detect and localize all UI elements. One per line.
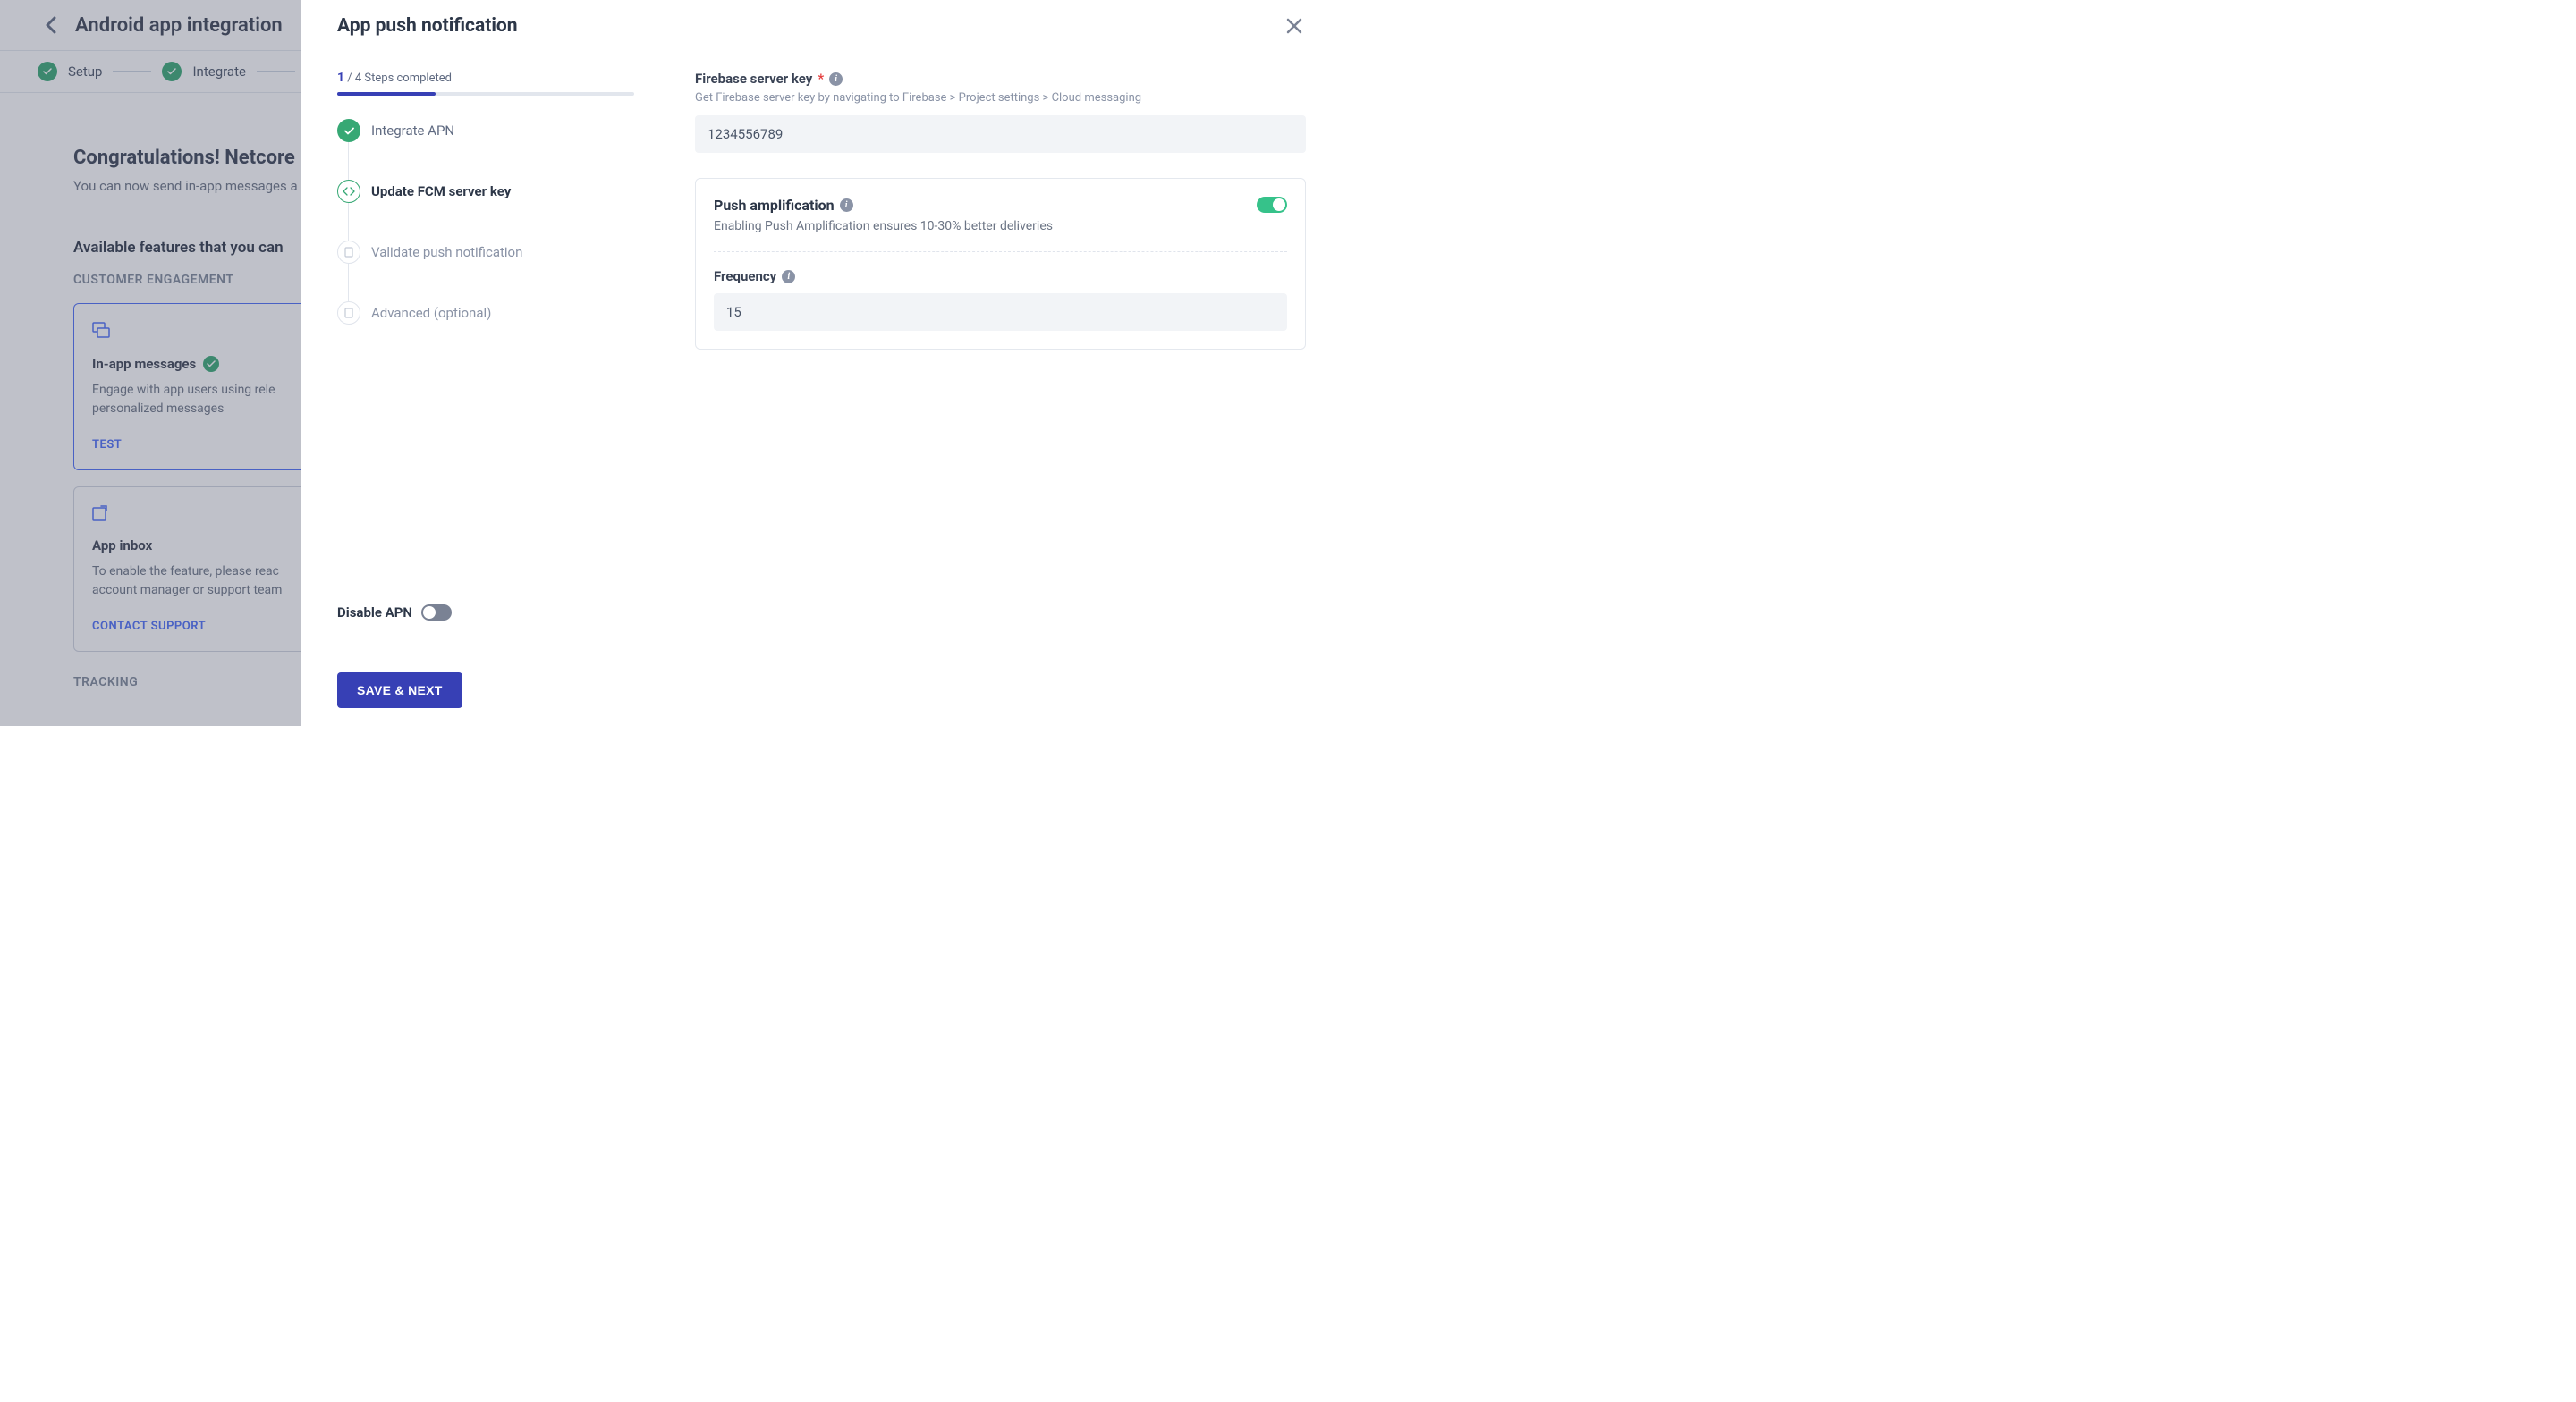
firebase-key-label: Firebase server key * i [695,71,1306,87]
push-amplification-card: Push amplification i Enabling Push Ampli… [695,178,1306,350]
push-amp-title-text: Push amplification [714,197,835,214]
modal-left-column: 1 / 4 Steps completed Integrate APN [337,71,634,708]
push-amp-title: Push amplification i [714,197,853,214]
modal-panel: App push notification 1 / 4 Steps comple… [301,0,1342,726]
info-icon[interactable]: i [829,72,843,86]
firebase-key-input[interactable] [695,115,1306,153]
modal-body: 1 / 4 Steps completed Integrate APN [301,48,1342,726]
info-icon[interactable]: i [840,198,853,212]
steps-list: Integrate APN Update FCM server key Vali… [337,119,634,325]
step-label: Integrate APN [371,122,454,139]
modal-header: App push notification [301,0,1342,48]
divider [714,251,1287,252]
progress-completed-count: 1 [337,71,344,85]
progress-suffix: / 4 Steps completed [347,72,452,85]
modal-title: App push notification [337,15,518,37]
code-icon [337,180,360,203]
push-amp-header: Push amplification i [714,197,1287,214]
modal-right-column: Firebase server key * i Get Firebase ser… [695,71,1306,708]
progress-label: 1 / 4 Steps completed [337,71,634,85]
required-indicator: * [818,71,824,87]
step-label: Validate push notification [371,244,522,260]
push-amp-description: Enabling Push Amplification ensures 10-3… [714,219,1287,233]
file-icon [337,241,360,264]
push-amp-toggle[interactable] [1257,197,1287,213]
disable-apn-row: Disable APN [337,604,634,621]
left-bottom-area: Disable APN SAVE & NEXT [337,604,634,708]
step-advanced[interactable]: Advanced (optional) [337,301,634,325]
progress-fill [337,92,436,96]
file-icon [337,301,360,325]
close-button[interactable] [1283,14,1306,38]
step-integrate-apn[interactable]: Integrate APN [337,119,634,180]
disable-apn-toggle[interactable] [421,604,452,621]
check-icon [337,119,360,142]
progress-bar [337,92,634,96]
firebase-key-group: Firebase server key * i Get Firebase ser… [695,71,1306,153]
frequency-label-text: Frequency [714,268,776,284]
step-label: Update FCM server key [371,183,511,199]
step-validate-push[interactable]: Validate push notification [337,241,634,301]
save-next-button[interactable]: SAVE & NEXT [337,672,462,708]
frequency-label: Frequency i [714,268,1287,284]
frequency-input[interactable] [714,293,1287,331]
step-label: Advanced (optional) [371,305,491,321]
disable-apn-label: Disable APN [337,604,412,621]
info-icon[interactable]: i [782,270,795,283]
firebase-key-label-text: Firebase server key [695,71,812,87]
firebase-key-help: Get Firebase server key by navigating to… [695,91,1306,105]
step-update-fcm[interactable]: Update FCM server key [337,180,634,241]
